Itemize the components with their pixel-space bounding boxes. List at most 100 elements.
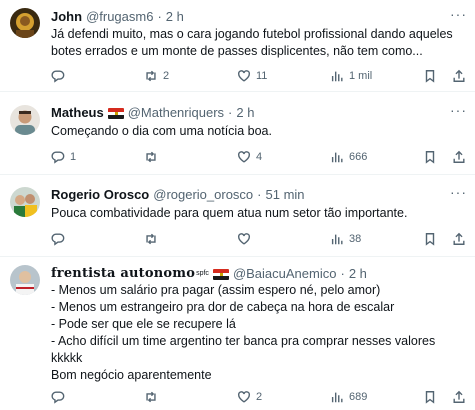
retweet-icon <box>146 151 156 163</box>
author-name[interactable]: John <box>51 8 82 26</box>
bookmark-icon <box>425 151 435 164</box>
heart-icon <box>238 151 250 163</box>
share-icon <box>453 150 465 163</box>
like-count: 2 <box>256 391 263 403</box>
separator-dot: · <box>157 9 162 24</box>
share-button[interactable] <box>452 230 466 248</box>
avatar[interactable] <box>10 265 40 295</box>
like-button[interactable]: 11 <box>237 67 267 85</box>
views-button[interactable]: 666 <box>330 148 367 166</box>
text-line: - Menos um estrangeiro pra dor de cabeça… <box>51 300 395 314</box>
timestamp[interactable]: 51 min <box>266 186 305 204</box>
text-line: Começando o dia com uma notícia boa. <box>51 124 272 138</box>
tweet-actions: 2 11 1 mil <box>51 67 469 85</box>
share-icon <box>453 69 465 82</box>
tweet-actions: 2 689 <box>51 388 469 406</box>
tweet-text: Pouca combatividade para quem atua num s… <box>51 205 469 222</box>
text-line: Bom negócio aparentemente <box>51 368 212 382</box>
bookmark-button[interactable] <box>423 388 437 406</box>
share-button[interactable] <box>452 388 466 406</box>
text-line: Pouca combatividade para quem atua num s… <box>51 206 408 220</box>
retweet-button[interactable] <box>144 230 163 248</box>
reply-icon <box>51 70 65 83</box>
like-count: 11 <box>256 70 268 82</box>
bookmark-button[interactable] <box>423 148 437 166</box>
author-handle[interactable]: @frugasm6 <box>86 8 153 26</box>
separator-dot: · <box>340 266 345 281</box>
tweet-actions: 1 4 666 <box>51 148 469 166</box>
views-icon <box>331 152 343 163</box>
timestamp[interactable]: 2 h <box>236 104 254 122</box>
text-line: botes errados e um monte de passes displ… <box>51 44 423 58</box>
like-button[interactable]: 2 <box>237 388 262 406</box>
retweet-icon <box>146 233 156 245</box>
view-count: 666 <box>349 151 368 163</box>
bookmark-icon <box>425 70 435 83</box>
reply-count: 1 <box>70 151 77 163</box>
text-line: - Acho difícil um time argentino ter ban… <box>51 334 436 348</box>
share-icon <box>453 390 465 403</box>
tweet-text: - Menos um salário pra pagar (assim espe… <box>51 282 469 384</box>
views-icon <box>331 234 343 245</box>
share-button[interactable] <box>452 67 466 85</box>
timestamp[interactable]: 2 h <box>166 8 184 26</box>
reply-button[interactable] <box>51 388 70 406</box>
tweet-feed: John @frugasm6 · 2 h ··· Já defendi muit… <box>0 0 475 410</box>
tweet-text: Começando o dia com uma notícia boa. <box>51 123 469 140</box>
avatar[interactable] <box>10 105 40 135</box>
reply-button[interactable] <box>51 230 70 248</box>
reply-button[interactable]: 1 <box>51 148 76 166</box>
flag-icon <box>107 107 124 119</box>
bookmark-button[interactable] <box>423 67 437 85</box>
views-button[interactable]: 689 <box>330 388 367 406</box>
reply-icon <box>51 151 65 164</box>
text-line: kkkkk <box>51 351 83 365</box>
retweet-button[interactable]: 2 <box>144 67 169 85</box>
retweet-button[interactable] <box>144 388 163 406</box>
author-handle[interactable]: @BaiacuAnemico <box>233 265 337 283</box>
tweet-1[interactable]: John @frugasm6 · 2 h ··· Já defendi muit… <box>0 0 475 92</box>
like-button[interactable]: 4 <box>237 148 262 166</box>
separator-dot: · <box>228 105 233 120</box>
timestamp[interactable]: 2 h <box>349 265 367 283</box>
more-options-icon[interactable]: ··· <box>450 102 467 118</box>
author-name[interactable]: Matheus <box>51 104 104 122</box>
tweet-actions: 38 <box>51 230 469 248</box>
more-options-icon[interactable]: ··· <box>450 184 467 200</box>
reply-icon <box>51 233 65 246</box>
reply-button[interactable] <box>51 67 70 85</box>
like-count: 4 <box>256 151 263 163</box>
share-button[interactable] <box>452 148 466 166</box>
tweet-3[interactable]: Rogerio Orosco @rogerio_orosco · 51 min … <box>0 175 475 257</box>
views-button[interactable]: 1 mil <box>330 67 372 85</box>
author-handle[interactable]: @rogerio_orosco <box>153 186 253 204</box>
avatar[interactable] <box>10 8 40 38</box>
tweet-2[interactable]: Matheus @Mathenriquers · 2 h ··· Começan… <box>0 92 475 175</box>
retweet-button[interactable] <box>144 148 163 166</box>
views-icon <box>331 392 343 403</box>
author-name-superscript: spfc <box>196 270 209 277</box>
avatar[interactable] <box>10 187 40 217</box>
tweet-4[interactable]: 𝐟𝐫𝐞𝐧𝐭𝐢𝐬𝐭𝐚 𝐚𝐮𝐭𝐨𝐧𝐨𝐦𝐨 spfc @BaiacuAnemico ·… <box>0 257 475 410</box>
views-icon <box>331 71 343 82</box>
text-line: - Pode ser que ele se recupere lá <box>51 317 236 331</box>
like-button[interactable] <box>237 230 256 248</box>
share-icon <box>453 232 465 245</box>
author-handle[interactable]: @Mathenriquers <box>128 104 224 122</box>
retweet-icon <box>146 391 156 403</box>
text-line: - Menos um salário pra pagar (assim espe… <box>51 283 381 297</box>
author-name[interactable]: 𝐟𝐫𝐞𝐧𝐭𝐢𝐬𝐭𝐚 𝐚𝐮𝐭𝐨𝐧𝐨𝐦𝐨 <box>51 265 195 283</box>
view-count: 38 <box>349 233 362 245</box>
separator-dot: · <box>257 187 262 202</box>
bookmark-button[interactable] <box>423 230 437 248</box>
views-button[interactable]: 38 <box>330 230 361 248</box>
heart-icon <box>238 70 250 82</box>
text-line: Já defendi muito, mas o cara jogando fut… <box>51 27 453 41</box>
flag-icon <box>212 268 229 280</box>
heart-icon <box>238 233 250 245</box>
view-count: 1 mil <box>349 70 373 82</box>
more-options-icon[interactable]: ··· <box>450 6 467 22</box>
author-name[interactable]: Rogerio Orosco <box>51 186 149 204</box>
retweet-icon <box>146 70 156 82</box>
tweet-text: Já defendi muito, mas o cara jogando fut… <box>51 26 469 60</box>
